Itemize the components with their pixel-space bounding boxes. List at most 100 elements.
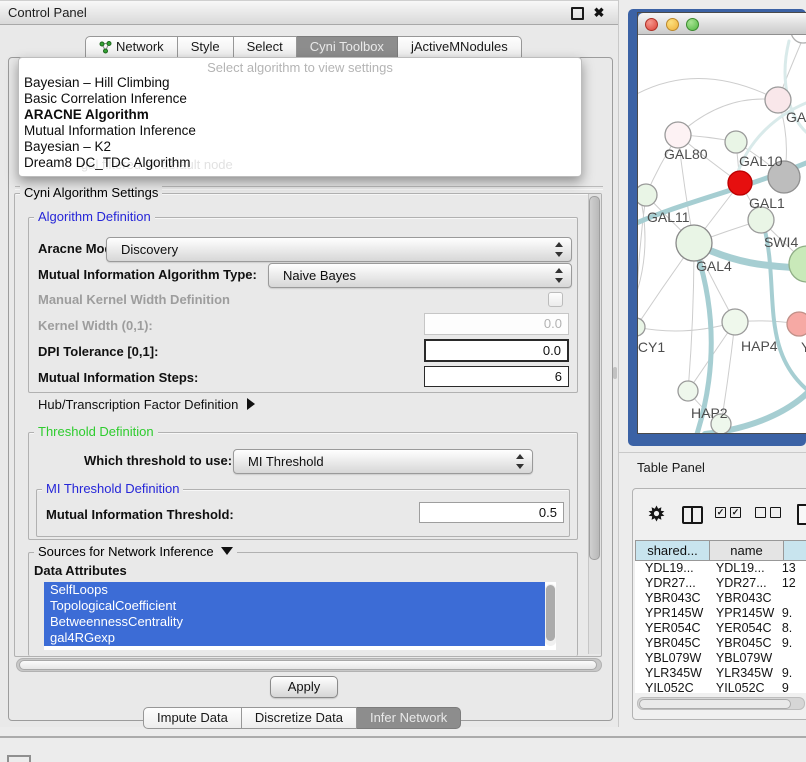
sources-disclosure[interactable]: Sources for Network Inference: [34, 545, 237, 559]
float-icon[interactable]: [571, 7, 584, 20]
table-cell: YLR345W: [635, 666, 706, 681]
node-label: GCY1: [638, 339, 665, 355]
node-unlabeled-top[interactable]: [791, 35, 806, 43]
attributes-scrollbar-thumb[interactable]: [546, 585, 555, 641]
new-table-icon[interactable]: [797, 504, 806, 525]
select-all-columns-icon[interactable]: ✓✓: [715, 507, 741, 518]
table-row[interactable]: YDR27...YDR27...12: [635, 576, 806, 591]
node-salmon[interactable]: [787, 312, 806, 336]
dpi-tolerance-field[interactable]: 0.0: [424, 339, 569, 362]
table-row[interactable]: YDL19...YDL19...13: [635, 561, 806, 576]
algorithm-option[interactable]: Bayesian – Hill Climbing: [24, 75, 576, 91]
hub-definition-disclosure[interactable]: Hub/Transcription Factor Definition: [38, 397, 255, 412]
data-attributes-label: Data Attributes: [34, 563, 127, 578]
table-column-header[interactable]: shared...: [635, 540, 710, 561]
table-cell: [777, 591, 806, 606]
node-gal1-red[interactable]: [728, 171, 752, 195]
table-row[interactable]: YBR045CYBR045C9.: [635, 636, 806, 651]
network-edge[interactable]: [638, 322, 735, 331]
bottom-tab-infer-network[interactable]: Infer Network: [357, 707, 461, 729]
tab-select[interactable]: Select: [234, 36, 297, 58]
which-threshold-label: Which threshold to use:: [84, 453, 232, 468]
table-horizontal-scrollbar[interactable]: [637, 697, 805, 710]
table-panel-titlebar: Table Panel: [618, 452, 806, 483]
settings-scrollbar-thumb[interactable]: [589, 196, 600, 560]
node-hap4[interactable]: [722, 309, 748, 335]
table-cell: YLR345W: [706, 666, 777, 681]
table-cell: YIL052C: [635, 681, 706, 693]
node-gcy1[interactable]: [638, 318, 645, 336]
apply-button[interactable]: Apply: [270, 676, 338, 698]
node-hap2[interactable]: [678, 381, 698, 401]
tab-style[interactable]: Style: [178, 36, 234, 58]
manual-kernel-checkbox[interactable]: [548, 292, 563, 307]
zoom-traffic-light-icon[interactable]: [686, 18, 699, 31]
settings-horizontal-scrollbar[interactable]: [16, 658, 602, 672]
algorithm-option[interactable]: Basic Correlation Inference: [24, 91, 576, 107]
close-traffic-light-icon[interactable]: [645, 18, 658, 31]
table-row[interactable]: YLR345WYLR345W9.: [635, 666, 806, 681]
algorithm-option[interactable]: Dream8 DC_TDC Algorithm: [24, 155, 576, 171]
network-edge[interactable]: [638, 78, 778, 100]
table-hscrollbar-thumb[interactable]: [639, 699, 791, 709]
node-gal11[interactable]: [638, 184, 657, 206]
table-column-header[interactable]: name: [710, 540, 784, 561]
stepper-icon: [516, 454, 525, 469]
table-cell: 12: [777, 576, 806, 591]
node-big-green[interactable]: [789, 246, 806, 282]
network-window-titlebar[interactable]: [638, 13, 806, 35]
bottom-tab-impute-data[interactable]: Impute Data: [143, 707, 242, 729]
mi-type-select[interactable]: Naive Bayes: [268, 263, 572, 288]
attribute-item[interactable]: SelfLoops: [44, 582, 545, 598]
node-label: HAP2: [691, 405, 728, 421]
algorithm-option[interactable]: Mutual Information Inference: [24, 123, 576, 139]
network-graph: GALGAL80GAL10GAL1GAL11SWI4GAL4GCY1HAP4YH…: [638, 35, 806, 433]
table-row[interactable]: YPR145WYPR145W9.: [635, 606, 806, 621]
which-threshold-select[interactable]: MI Threshold: [233, 449, 533, 474]
deselect-all-columns-icon[interactable]: [755, 507, 781, 518]
attribute-item[interactable]: BetweennessCentrality: [44, 614, 545, 630]
tab-cyni-toolbox[interactable]: Cyni Toolbox: [297, 36, 398, 58]
network-edge[interactable]: [638, 195, 646, 327]
node-gal10[interactable]: [725, 131, 747, 153]
minimize-traffic-light-icon[interactable]: [666, 18, 679, 31]
table-row[interactable]: YBL079WYBL079W: [635, 651, 806, 666]
settings-hscrollbar-thumb[interactable]: [19, 660, 597, 670]
aracne-mode-select[interactable]: Discovery: [106, 237, 572, 262]
node-gal4[interactable]: [676, 225, 712, 261]
table-row[interactable]: YER054CYER054C8.: [635, 621, 806, 636]
mi-steps-field[interactable]: 6: [424, 366, 569, 387]
table-cell: YDL19...: [706, 561, 777, 576]
table-row[interactable]: YBR043CYBR043C: [635, 591, 806, 606]
attribute-item[interactable]: gal4RGexp: [44, 630, 545, 646]
node-label: GAL4: [696, 258, 732, 274]
algorithm-option[interactable]: Bayesian – K2: [24, 139, 576, 155]
algorithm-option[interactable]: ARACNE Algorithm: [24, 107, 576, 123]
attributes-scrollbar[interactable]: [545, 584, 556, 646]
mi-threshold-label: Mutual Information Threshold:: [46, 507, 234, 522]
close-icon[interactable]: ✖: [590, 1, 608, 24]
bottom-tab-discretize-data[interactable]: Discretize Data: [242, 707, 357, 729]
table-row[interactable]: YIL052CYIL052C9: [635, 681, 806, 693]
tab-network[interactable]: Network: [85, 36, 178, 58]
kernel-width-field[interactable]: 0.0: [424, 313, 569, 335]
table-column-header[interactable]: A: [784, 540, 806, 561]
node-gal80[interactable]: [665, 122, 691, 148]
mi-type-label: Mutual Information Algorithm Type:: [38, 267, 257, 282]
table-cell: YIL052C: [706, 681, 777, 693]
bottom-divider: [0, 736, 806, 738]
table-cell: YPR145W: [706, 606, 777, 621]
minimized-window-icon[interactable]: [7, 755, 31, 762]
split-columns-icon[interactable]: [682, 506, 703, 524]
algorithm-dropdown-popup: gal filtered sif default node Select alg…: [18, 57, 582, 177]
network-canvas[interactable]: GALGAL80GAL10GAL1GAL11SWI4GAL4GCY1HAP4YH…: [638, 35, 806, 433]
network-edge[interactable]: [678, 99, 778, 135]
table-cell: 9.: [777, 606, 806, 621]
settings-vertical-scrollbar[interactable]: [588, 194, 601, 654]
attribute-item[interactable]: TopologicalCoefficient: [44, 598, 545, 614]
tab-jactivemnodules[interactable]: jActiveMNodules: [398, 36, 522, 58]
mi-threshold-field[interactable]: 0.5: [419, 502, 564, 523]
gear-icon[interactable]: [648, 505, 665, 522]
panel-splitter-handle[interactable]: [613, 367, 617, 379]
network-edge[interactable]: [688, 243, 694, 391]
